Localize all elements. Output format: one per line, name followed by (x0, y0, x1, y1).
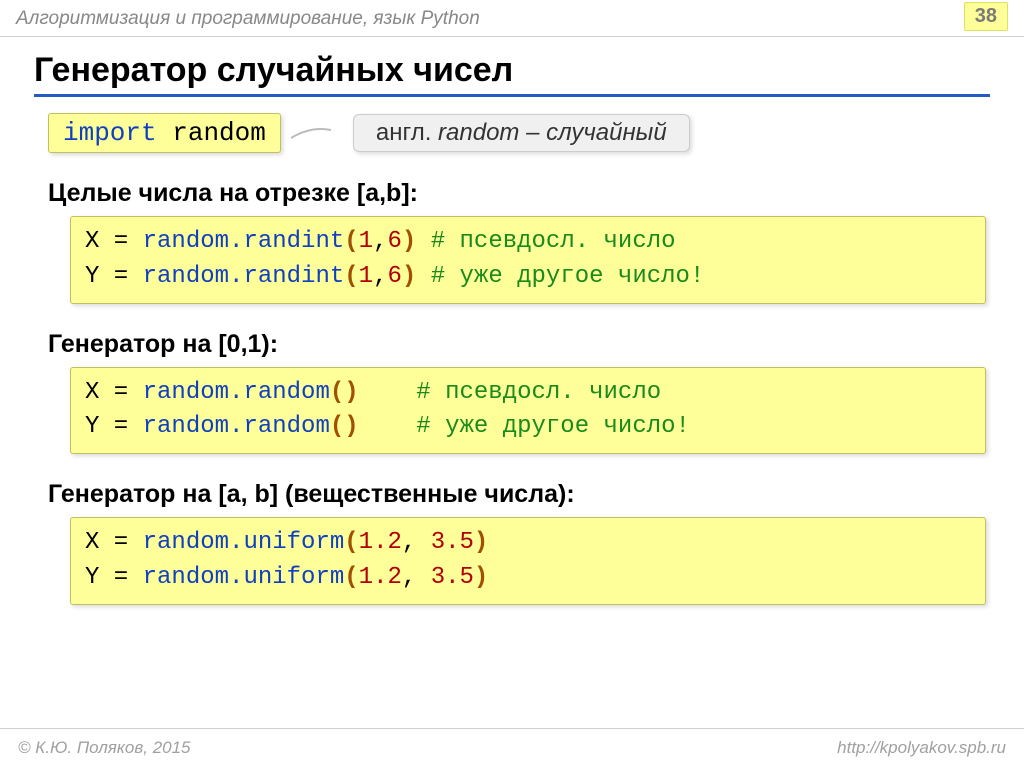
code-import: import random (48, 113, 281, 153)
footer-bar: © К.Ю. Поляков, 2015 http://kpolyakov.sp… (0, 728, 1024, 767)
code-box-3: X = random.uniform(1.2, 3.5) Y = random.… (70, 517, 986, 605)
footer-left: © К.Ю. Поляков, 2015 (18, 738, 191, 758)
section-heading-2: Генератор на [0,1): (48, 330, 1024, 359)
header-title: Алгоритмизация и программирование, язык … (16, 8, 480, 30)
keyword-import: import (63, 118, 157, 148)
code-box-2: X = random.random() # псевдосл. число Y … (70, 367, 986, 455)
slide: Алгоритмизация и программирование, язык … (0, 0, 1024, 767)
connector-line (291, 126, 331, 140)
footer-right: http://kpolyakov.spb.ru (837, 738, 1006, 758)
row-import-and-note: import random англ. random – случайный (48, 113, 1024, 153)
section-heading-1: Целые числа на отрезке [a,b]: (48, 179, 1024, 208)
page-number: 38 (964, 2, 1008, 31)
main-title: Генератор случайных чисел (34, 51, 990, 97)
note-prefix: англ. (376, 119, 438, 146)
code-box-1: X = random.randint(1,6) # псевдосл. числ… (70, 216, 986, 304)
header-bar: Алгоритмизация и программирование, язык … (0, 0, 1024, 37)
module-name: random (172, 118, 266, 148)
note-box: англ. random – случайный (353, 114, 690, 152)
note-word: random (438, 119, 519, 146)
note-suffix: – случайный (519, 119, 666, 146)
section-heading-3: Генератор на [a, b] (вещественные числа)… (48, 480, 1024, 509)
